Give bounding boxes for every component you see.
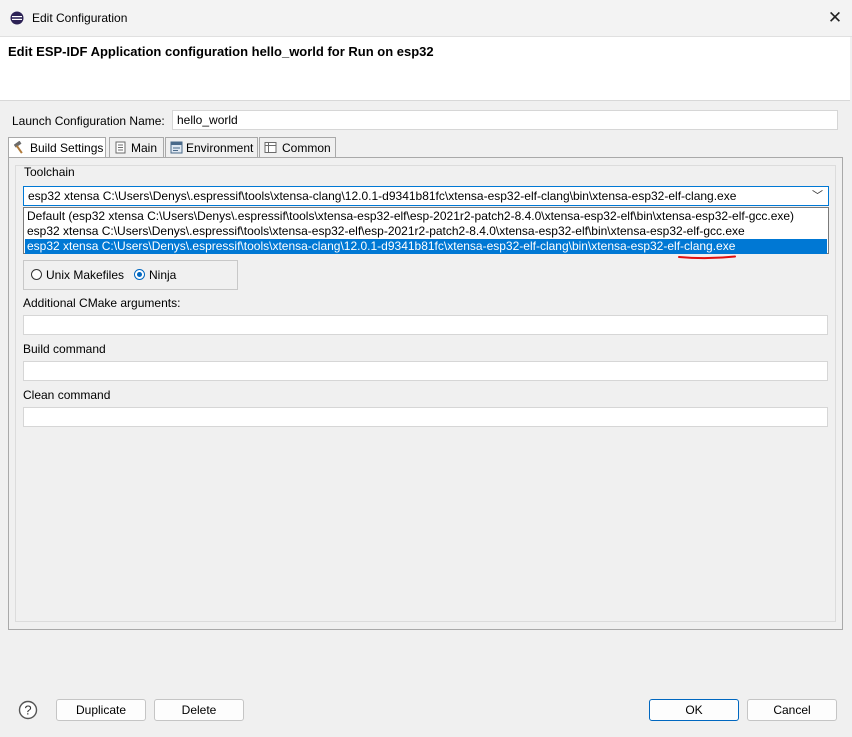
duplicate-button[interactable]: Duplicate: [56, 699, 146, 721]
toolchain-dropdown-list: Default (esp32 xtensa C:\Users\Denys\.es…: [23, 207, 829, 254]
build-command-input[interactable]: [23, 361, 828, 381]
clean-command-input[interactable]: [23, 407, 828, 427]
toolchain-selected-value: esp32 xtensa C:\Users\Denys\.espressif\t…: [28, 189, 737, 203]
dialog-heading: Edit ESP-IDF Application configuration h…: [8, 44, 434, 59]
window-title: Edit Configuration: [32, 11, 128, 25]
launch-config-name-label: Launch Configuration Name:: [12, 114, 165, 128]
cmake-args-label: Additional CMake arguments:: [23, 296, 181, 310]
tab-build-settings[interactable]: Build Settings: [8, 137, 106, 158]
red-underline-annotation: [678, 255, 736, 260]
tab-main[interactable]: Main: [109, 137, 164, 157]
clean-command-label: Clean command: [23, 388, 111, 402]
radio-circle-checked: [134, 269, 145, 280]
chevron-down-icon[interactable]: ﹀: [812, 187, 823, 205]
tab-environment[interactable]: Environment: [165, 137, 258, 157]
launch-config-name-input[interactable]: hello_world: [172, 110, 838, 130]
toolchain-select[interactable]: esp32 xtensa C:\Users\Denys\.espressif\t…: [23, 186, 829, 206]
table-icon: [264, 142, 277, 153]
title-bar: Edit Configuration ✕: [0, 0, 852, 37]
help-icon[interactable]: ?: [18, 700, 38, 720]
cmake-args-input[interactable]: [23, 315, 828, 335]
ok-button[interactable]: OK: [649, 699, 739, 721]
close-icon[interactable]: ✕: [826, 9, 844, 27]
dialog-header: Edit ESP-IDF Application configuration h…: [0, 37, 850, 101]
tab-label: Main: [131, 141, 158, 155]
toolchain-option[interactable]: Default (esp32 xtensa C:\Users\Denys\.es…: [25, 209, 827, 224]
document-icon: [115, 141, 126, 154]
toolchain-option-selected[interactable]: esp32 xtensa C:\Users\Denys\.espressif\t…: [25, 239, 827, 254]
eclipse-icon: [10, 11, 24, 25]
toolchain-label: Toolchain: [24, 165, 75, 179]
radio-label: Ninja: [149, 268, 177, 282]
tab-label: Build Settings: [30, 141, 104, 155]
radio-circle: [31, 269, 42, 280]
toolchain-option[interactable]: esp32 xtensa C:\Users\Denys\.espressif\t…: [25, 224, 827, 239]
radio-label: Unix Makefiles: [46, 268, 125, 282]
cancel-button[interactable]: Cancel: [747, 699, 837, 721]
tab-label: Environment: [186, 141, 254, 155]
tab-common[interactable]: Common: [259, 137, 336, 157]
hammer-icon: [13, 141, 23, 154]
svg-text:?: ?: [24, 703, 31, 718]
delete-button[interactable]: Delete: [154, 699, 244, 721]
environment-icon: [170, 141, 183, 154]
build-command-label: Build command: [23, 342, 106, 356]
tab-label: Common: [282, 141, 331, 155]
